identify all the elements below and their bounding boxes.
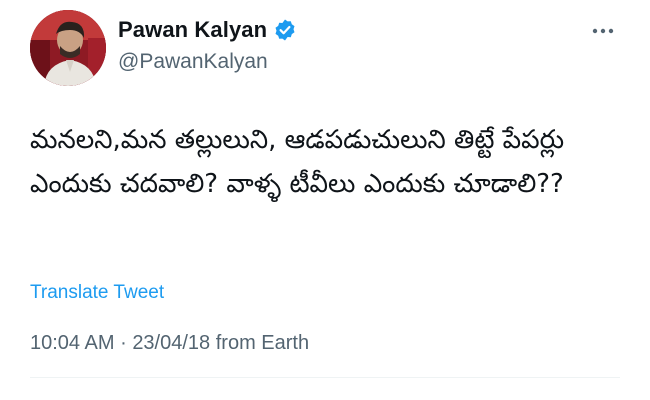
user-handle[interactable]: @PawanKalyan <box>118 50 297 74</box>
avatar[interactable] <box>30 10 106 86</box>
display-name-row: Pawan Kalyan <box>118 14 297 46</box>
more-horizontal-icon <box>592 28 614 34</box>
translate-tweet-link[interactable]: Translate Tweet <box>30 282 164 304</box>
tweet-date[interactable]: 23/04/18 <box>132 332 210 354</box>
meta-separator: · <box>120 332 127 354</box>
tweet-time[interactable]: 10:04 AM <box>30 332 115 354</box>
profile-photo-icon <box>30 10 106 86</box>
display-name[interactable]: Pawan Kalyan <box>118 17 267 43</box>
tweet-text: మనలని,మన తల్లులుని, ఆడపడుచులుని తిట్టే ప… <box>30 125 573 199</box>
tweet-metadata: 10:04 AM · 23/04/18 from Earth <box>30 332 309 355</box>
divider <box>30 377 620 378</box>
verified-badge-icon <box>273 18 297 42</box>
author-block: Pawan Kalyan @PawanKalyan <box>118 14 297 74</box>
more-options-button[interactable] <box>590 18 616 44</box>
tweet-source: from Earth <box>215 332 310 354</box>
tweet-card: Pawan Kalyan @PawanKalyan మనలని,మన తల్లు… <box>0 0 650 400</box>
